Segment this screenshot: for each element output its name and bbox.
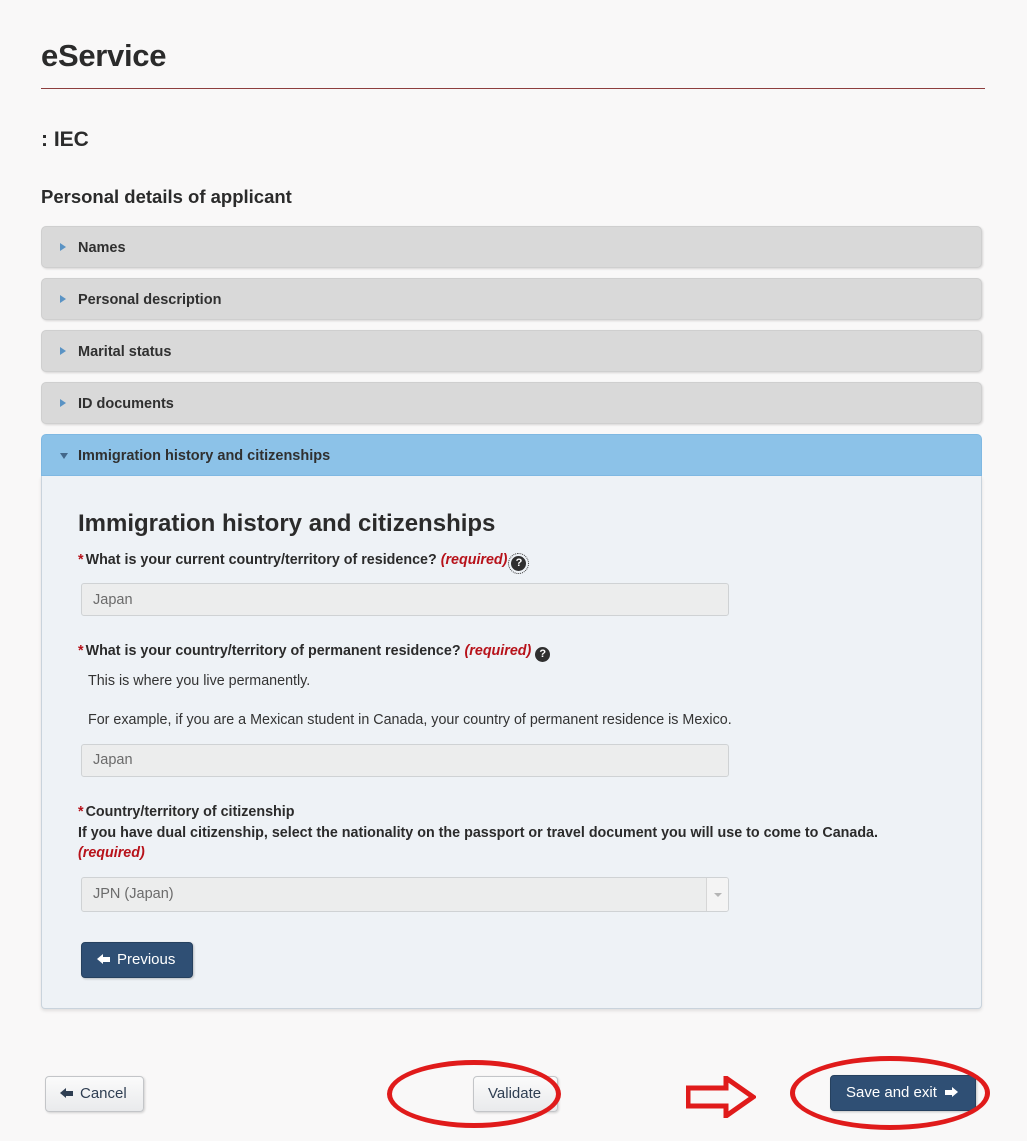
- triangle-right-icon: [60, 243, 66, 251]
- panel-heading: Immigration history and citizenships: [78, 510, 496, 537]
- triangle-right-icon: [60, 295, 66, 303]
- previous-button-wrap: Previous: [81, 942, 945, 979]
- cancel-button[interactable]: Cancel: [45, 1076, 144, 1112]
- app-title: eService: [41, 38, 167, 73]
- previous-button[interactable]: Previous: [81, 942, 194, 979]
- required-text: (required): [464, 643, 532, 659]
- field-hint-example: For example, if you are a Mexican studen…: [88, 712, 732, 729]
- accordion-header-names[interactable]: Names: [41, 226, 982, 268]
- accordion-item-personal-description: Personal description: [41, 278, 982, 320]
- required-asterisk: *: [78, 643, 84, 659]
- accordion-item-id-documents: ID documents: [41, 382, 982, 424]
- validate-button-label: Validate: [488, 1085, 542, 1102]
- accordion-label: Personal description: [78, 292, 222, 308]
- page-subtitle: : IEC: [41, 128, 89, 151]
- page-root: eService : IEC Personal details of appli…: [0, 0, 1027, 1141]
- field-hint-primary: This is where you live permanently.: [88, 673, 311, 689]
- field-country-of-citizenship: * Country/territory of citizenship If you…: [78, 802, 945, 979]
- question-mark-circle-icon[interactable]: ?: [508, 553, 530, 574]
- field-label: * Country/territory of citizenship If you…: [78, 802, 945, 864]
- accordion-label: ID documents: [78, 396, 174, 412]
- field-label-text: What is your country/territory of perman…: [85, 643, 461, 659]
- accordion-item-names: Names: [41, 226, 982, 268]
- validate-button[interactable]: Validate: [473, 1076, 559, 1112]
- bottom-action-bar: Cancel Validate Save and exit: [41, 1070, 986, 1120]
- field-label-text: What is your current country/territory o…: [85, 552, 437, 568]
- field-current-country-of-residence: * What is your current country/territory …: [78, 550, 945, 616]
- arrow-left-icon: [97, 954, 110, 965]
- previous-button-label: Previous: [117, 951, 176, 969]
- chevron-down-icon[interactable]: [706, 878, 728, 912]
- accordion-label: Immigration history and citizenships: [78, 448, 331, 464]
- accordion-header-marital-status[interactable]: Marital status: [41, 330, 982, 372]
- triangle-right-icon: [60, 347, 66, 355]
- accordion-item-immigration-history: Immigration history and citizenships Imm…: [41, 434, 982, 1010]
- triangle-down-icon: [60, 453, 68, 459]
- arrow-right-icon: [944, 1087, 958, 1098]
- country-of-citizenship-select[interactable]: JPN (Japan): [81, 877, 729, 913]
- required-asterisk: *: [78, 803, 84, 820]
- accordion-panel-immigration-history: Immigration history and citizenships * Wh…: [41, 476, 982, 1010]
- save-and-exit-button-label: Save and exit: [846, 1084, 937, 1101]
- arrow-left-icon: [60, 1088, 73, 1099]
- country-of-citizenship-value: JPN (Japan): [81, 877, 729, 913]
- question-mark-circle-icon[interactable]: ?: [535, 647, 551, 662]
- current-country-of-residence-input[interactable]: [81, 583, 729, 616]
- field-label-text-line1: Country/territory of citizenship: [85, 803, 295, 820]
- field-label: * What is your current country/territory …: [78, 550, 945, 574]
- accordion-header-id-documents[interactable]: ID documents: [41, 382, 982, 424]
- section-title: Personal details of applicant: [41, 186, 292, 207]
- accordion: Names Personal description Marital statu…: [41, 226, 982, 1010]
- required-text: (required): [440, 552, 508, 568]
- save-and-exit-button[interactable]: Save and exit: [830, 1075, 976, 1111]
- field-label: * What is your country/territory of perma…: [78, 641, 945, 662]
- required-text: (required): [78, 845, 145, 862]
- triangle-right-icon: [60, 399, 66, 407]
- accordion-item-marital-status: Marital status: [41, 330, 982, 372]
- field-label-text-line2: If you have dual citizenship, select the…: [78, 824, 878, 841]
- cancel-button-label: Cancel: [80, 1085, 127, 1102]
- accordion-header-personal-description[interactable]: Personal description: [41, 278, 982, 320]
- required-asterisk: *: [78, 552, 84, 568]
- accordion-label: Names: [78, 240, 126, 256]
- field-permanent-residence: * What is your country/territory of perma…: [78, 641, 945, 777]
- accordion-header-immigration-history[interactable]: Immigration history and citizenships: [41, 434, 982, 476]
- permanent-residence-input[interactable]: [81, 743, 729, 777]
- accordion-label: Marital status: [78, 344, 172, 360]
